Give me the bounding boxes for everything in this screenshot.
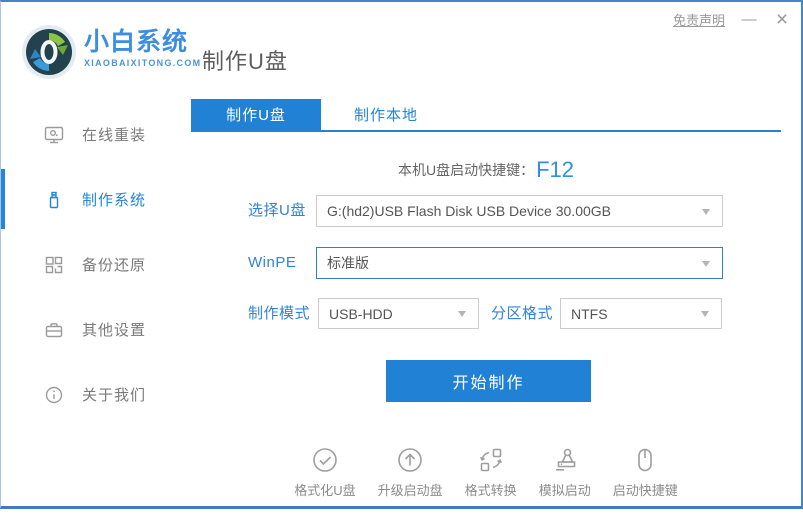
sidebar-item-backup-restore[interactable]: 备份还原 <box>1 232 181 297</box>
sidebar: 在线重装 制作系统 备份还原 其他设置 关于我们 <box>1 102 181 427</box>
upgrade-boot-icon <box>398 448 422 472</box>
tool-label: 格式转换 <box>464 483 517 498</box>
sidebar-item-label: 在线重装 <box>82 127 147 144</box>
tab-make-local[interactable]: 制作本地 <box>321 99 451 132</box>
tab-bar: 制作U盘 制作本地 <box>191 99 451 132</box>
winpe-dropdown[interactable]: 标准版 <box>316 247 723 279</box>
winpe-value: 标准版 <box>327 255 369 271</box>
usb-select-dropdown[interactable]: G:(hd2)USB Flash Disk USB Device 30.00GB <box>316 195 723 227</box>
close-button[interactable]: × <box>773 9 791 30</box>
page-title: 制作U盘 <box>202 49 288 74</box>
brand-domain: XIAOBAIXITONG.COM <box>84 58 202 68</box>
partition-format-label: 分区格式 <box>491 305 554 322</box>
make-mode-value: USB-HDD <box>329 306 393 322</box>
tool-label: 启动快捷键 <box>612 483 678 498</box>
tool-simulate-boot[interactable]: 模拟启动 <box>539 445 591 499</box>
sidebar-item-label: 其他设置 <box>82 322 147 339</box>
format-convert-icon <box>479 448 502 472</box>
tool-label: 模拟启动 <box>538 483 591 498</box>
tab-make-usb[interactable]: 制作U盘 <box>191 99 321 132</box>
hotkey-line: 本机U盘启动快捷键： F12 <box>191 154 781 186</box>
partition-format-dropdown[interactable]: NTFS <box>560 298 722 329</box>
tab-underline <box>191 130 781 132</box>
hotkey-label: 本机U盘启动快捷键： <box>397 162 535 178</box>
app-window: 免责声明 — × 小白系统 XIAOBAIXITONG.COM 制作U盘 在线重… <box>0 0 803 509</box>
tool-label: 格式化U盘 <box>294 483 356 498</box>
make-mode-label: 制作模式 <box>248 305 311 322</box>
sidebar-item-label: 备份还原 <box>82 257 147 274</box>
sidebar-item-about-us[interactable]: 关于我们 <box>1 362 181 427</box>
active-indicator-bar <box>1 169 5 229</box>
monitor-reinstall-icon <box>44 126 64 143</box>
sidebar-item-make-system[interactable]: 制作系统 <box>1 167 181 232</box>
tool-label: 升级启动盘 <box>377 483 443 498</box>
sidebar-item-online-reinstall[interactable]: 在线重装 <box>1 102 181 167</box>
usb-select-value: G:(hd2)USB Flash Disk USB Device 30.00GB <box>327 203 611 219</box>
disclaimer-link[interactable]: 免责声明 <box>673 10 725 29</box>
brand-text: 小白系统 XIAOBAIXITONG.COM <box>84 24 201 68</box>
chevron-down-icon <box>702 209 710 215</box>
brand-name: 小白系统 <box>84 28 189 56</box>
format-usb-icon <box>313 448 337 472</box>
chevron-down-icon <box>458 311 466 317</box>
about-info-icon <box>45 386 63 403</box>
chevron-down-icon <box>702 261 710 267</box>
brand-logo-icon <box>22 25 76 79</box>
start-make-button[interactable]: 开始制作 <box>386 360 591 402</box>
boot-hotkey-icon <box>638 448 653 472</box>
tool-format-convert[interactable]: 格式转换 <box>465 445 517 499</box>
usb-drive-icon <box>49 191 59 208</box>
tool-upgrade-boot[interactable]: 升级启动盘 <box>378 445 443 499</box>
footer-toolbar: 格式化U盘 升级启动盘 格式转换 模拟启动 启动快捷键 <box>191 445 781 499</box>
make-mode-dropdown[interactable]: USB-HDD <box>318 298 479 329</box>
sidebar-item-label: 关于我们 <box>82 387 147 404</box>
chevron-down-icon <box>701 311 709 317</box>
usb-select-label: 选择U盘 <box>248 202 306 219</box>
settings-case-icon <box>45 322 63 337</box>
minimize-button[interactable]: — <box>741 11 757 29</box>
brand: 小白系统 XIAOBAIXITONG.COM <box>21 24 201 80</box>
sidebar-item-other-settings[interactable]: 其他设置 <box>1 297 181 362</box>
sidebar-item-label: 制作系统 <box>82 192 147 209</box>
partition-format-value: NTFS <box>571 306 608 322</box>
tool-format-usb[interactable]: 格式化U盘 <box>294 445 356 499</box>
tool-boot-hotkey[interactable]: 启动快捷键 <box>613 445 678 499</box>
simulate-boot-icon <box>555 448 575 471</box>
winpe-label: WinPE <box>248 254 297 271</box>
backup-restore-icon <box>45 256 63 273</box>
hotkey-value: F12 <box>536 157 575 182</box>
titlebar: 免责声明 — × <box>673 9 791 30</box>
